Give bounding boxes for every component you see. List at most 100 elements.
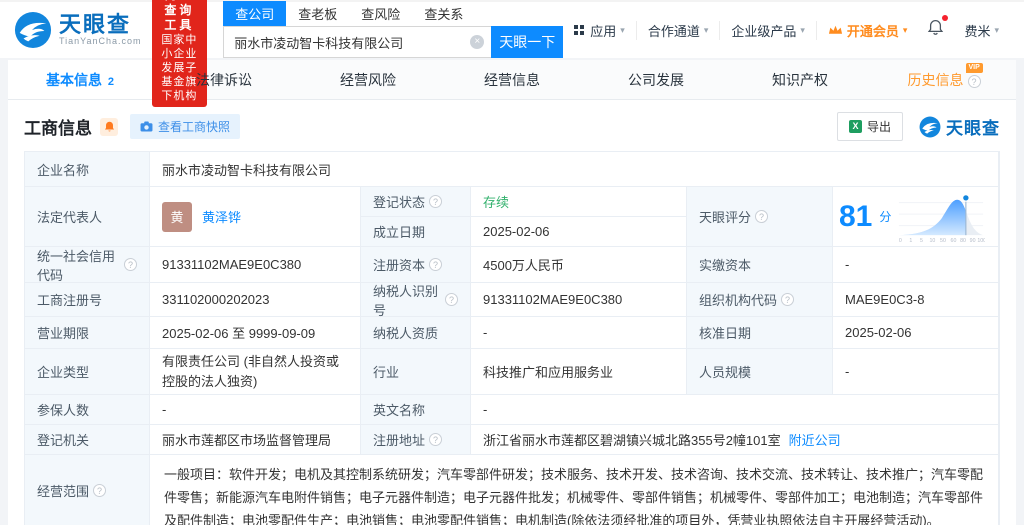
- field-label-establish-date: 成立日期: [361, 217, 471, 247]
- nav-channel[interactable]: 合作通道 ▾: [636, 21, 720, 40]
- chevron-down-icon: ▾: [903, 25, 908, 36]
- svg-text:90: 90: [970, 237, 976, 242]
- nav-apps[interactable]: 应用 ▾: [563, 21, 636, 40]
- field-value-taxpayer-id: 91331102MAE9E0C380: [471, 283, 687, 317]
- taxpayer-id-label-text: 纳税人识别号: [373, 281, 441, 319]
- field-value-registry-authority: 丽水市莲都区市场监督管理局: [150, 425, 361, 455]
- search-tab-boss[interactable]: 查老板: [286, 1, 349, 26]
- field-value-staff-size: -: [833, 349, 999, 395]
- legal-rep-avatar[interactable]: 黄: [162, 202, 192, 232]
- reg-address-label-text: 注册地址: [373, 430, 425, 449]
- help-icon[interactable]: ?: [445, 293, 458, 306]
- score-axis-labels: 0 1 5 10 50 60 80 90 100: [899, 237, 985, 242]
- tianyancha-logo-icon: [14, 11, 52, 49]
- svg-text:80: 80: [961, 237, 967, 242]
- tab-basic-info[interactable]: 基本信息 2: [8, 60, 152, 99]
- help-icon[interactable]: ?: [755, 210, 768, 223]
- brand-domain: TianYanCha.com: [59, 36, 142, 46]
- legal-rep-name-link[interactable]: 黄泽铧: [202, 207, 241, 226]
- field-label-insured-count: 参保人数: [25, 395, 150, 425]
- detail-tabs: 基本信息 2 法律诉讼 经营风险 经营信息 公司发展 知识产权 历史信息VIP?: [8, 60, 1016, 100]
- brand-logo[interactable]: 天眼查 TianYanCha.com: [14, 11, 142, 49]
- field-value-reg-number: 331102000202023: [150, 283, 361, 317]
- business-info-section-header: 工商信息 查看工商快照 X 导出: [8, 100, 1016, 151]
- help-icon[interactable]: ?: [429, 433, 442, 446]
- field-label-company-type: 企业类型: [25, 349, 150, 395]
- promo-line1: 都在用的商业查询工具: [161, 0, 199, 33]
- export-button[interactable]: X 导出: [837, 112, 903, 141]
- excel-icon: X: [849, 120, 862, 133]
- field-label-paid-capital: 实缴资本: [687, 247, 833, 283]
- export-label: 导出: [867, 118, 891, 135]
- nav-channel-label: 合作通道: [648, 21, 700, 40]
- help-icon[interactable]: ?: [429, 195, 442, 208]
- field-value-company-type: 有限责任公司 (非自然人投资或控股的法人独资): [150, 349, 361, 395]
- field-value-credit-code: 91331102MAE9E0C380: [150, 247, 361, 283]
- field-label-taxpayer-id: 纳税人识别号 ?: [361, 283, 471, 317]
- field-value-reg-status: 存续: [471, 187, 687, 217]
- tab-intellectual-property[interactable]: 知识产权: [728, 60, 872, 99]
- crown-icon: [828, 24, 843, 36]
- score-unit: 分: [879, 208, 891, 225]
- tyc-score-cell: 81 分 0 1 5: [833, 187, 999, 247]
- field-label-staff-size: 人员规模: [687, 349, 833, 395]
- field-value-taxpayer-qualification: -: [471, 317, 687, 349]
- field-label-industry: 行业: [361, 349, 471, 395]
- tab-legal[interactable]: 法律诉讼: [152, 60, 296, 99]
- field-value-establish-date: 2025-02-06: [471, 217, 687, 247]
- field-label-english-name: 英文名称: [361, 395, 471, 425]
- bell-icon: [927, 19, 944, 36]
- field-label-business-term: 营业期限: [25, 317, 150, 349]
- monitor-alert-icon[interactable]: [100, 118, 118, 136]
- nav-open-vip[interactable]: 开通会员 ▾: [816, 21, 919, 40]
- tab-basic-info-label: 基本信息: [46, 72, 102, 88]
- help-icon[interactable]: ?: [781, 293, 794, 306]
- search-tab-risk[interactable]: 查风险: [349, 1, 412, 26]
- search-tab-company[interactable]: 查公司: [223, 1, 286, 26]
- svg-text:60: 60: [951, 237, 957, 242]
- watermark-logo: 天眼查: [919, 114, 1000, 139]
- brand-name: 天眼查: [59, 14, 142, 36]
- help-icon[interactable]: ?: [429, 258, 442, 271]
- nav-user-label: 费米: [964, 21, 990, 40]
- tianyancha-logo-icon: [919, 116, 941, 138]
- field-label-legal-rep: 法定代表人: [25, 187, 150, 247]
- nav-enterprise[interactable]: 企业级产品 ▾: [719, 21, 816, 40]
- field-value-paid-capital: -: [833, 247, 999, 283]
- apps-grid-icon: [574, 25, 584, 35]
- view-snapshot-label: 查看工商快照: [158, 118, 230, 135]
- svg-text:0: 0: [899, 237, 902, 242]
- tab-history-info[interactable]: 历史信息VIP?: [872, 60, 1016, 99]
- tab-basic-info-badge: 2: [108, 76, 114, 88]
- svg-text:100: 100: [978, 237, 986, 242]
- tab-company-development[interactable]: 公司发展: [584, 60, 728, 99]
- nav-enterprise-label: 企业级产品: [731, 21, 796, 40]
- tab-operating-info[interactable]: 经营信息: [440, 60, 584, 99]
- nav-user[interactable]: 费米 ▾: [953, 21, 1010, 40]
- help-icon[interactable]: ?: [93, 484, 106, 497]
- search-tab-relation[interactable]: 查关系: [412, 1, 475, 26]
- credit-code-label-text: 统一社会信用代码: [37, 246, 120, 284]
- reg-address-text: 浙江省丽水市莲都区碧湖镇兴城北路355号2幢101室: [483, 430, 781, 449]
- score-distribution-chart: 0 1 5 10 50 60 80 90 100: [897, 191, 985, 243]
- nearby-companies-link[interactable]: 附近公司: [789, 430, 841, 449]
- field-value-business-scope: 一般项目：软件开发；电机及其控制系统研发；汽车零部件研发；技术服务、技术开发、技…: [150, 455, 999, 525]
- top-nav: 应用 ▾ 合作通道 ▾ 企业级产品 ▾ 开通会员 ▾ 费米 ▾: [563, 19, 1010, 41]
- search-input[interactable]: [223, 26, 491, 58]
- notification-dot: [942, 15, 948, 21]
- search-button[interactable]: 天眼一下: [491, 26, 563, 58]
- view-snapshot-button[interactable]: 查看工商快照: [130, 114, 240, 139]
- svg-text:50: 50: [940, 237, 946, 242]
- field-label-credit-code: 统一社会信用代码 ?: [25, 247, 150, 283]
- svg-text:1: 1: [910, 237, 913, 242]
- field-label-registry-authority: 登记机关: [25, 425, 150, 455]
- tab-operating-risk[interactable]: 经营风险: [296, 60, 440, 99]
- field-label-reg-capital: 注册资本 ?: [361, 247, 471, 283]
- field-value-approval-date: 2025-02-06: [833, 317, 999, 349]
- help-icon[interactable]: ?: [968, 75, 981, 88]
- help-icon[interactable]: ?: [124, 258, 137, 271]
- tyc-score-label-text: 天眼评分: [699, 207, 751, 226]
- notifications-bell[interactable]: [918, 19, 953, 41]
- svg-text:10: 10: [930, 237, 936, 242]
- field-label-reg-status: 登记状态 ?: [361, 187, 471, 217]
